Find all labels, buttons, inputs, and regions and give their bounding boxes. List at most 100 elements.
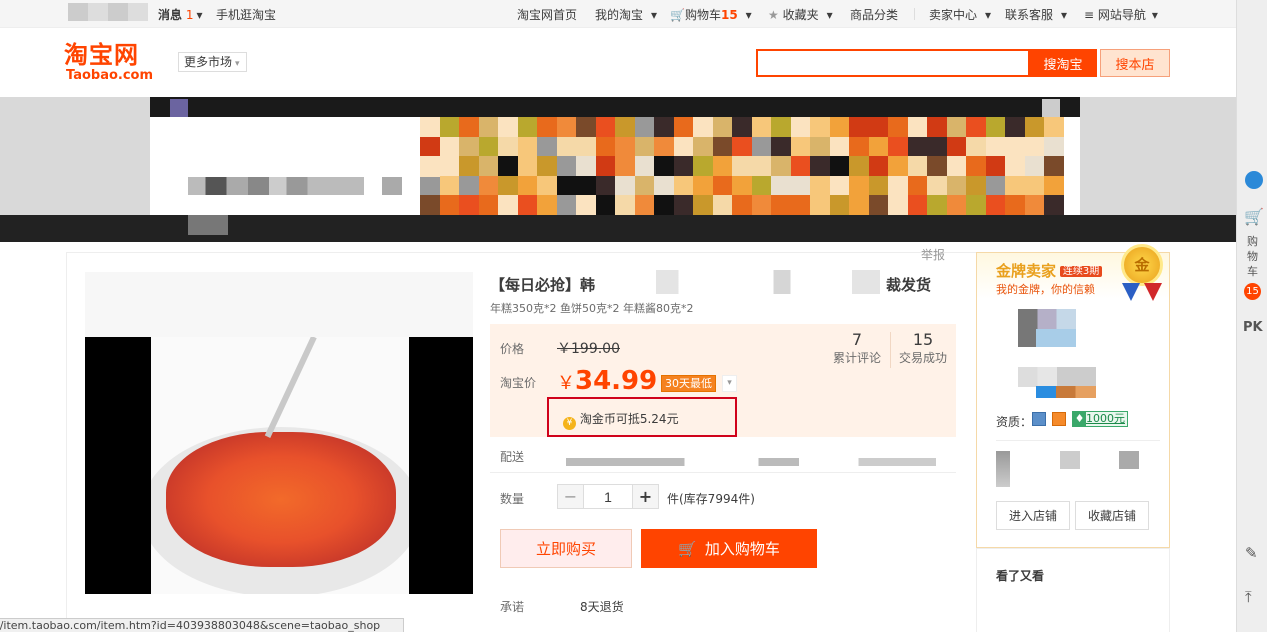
categories-link[interactable]: 商品分类: [850, 6, 898, 23]
taobao-logo[interactable]: 淘宝网 Taobao.com: [64, 41, 164, 85]
sales-stat[interactable]: 15 交易成功: [893, 330, 953, 366]
delivery-info-blur[interactable]: [566, 458, 936, 466]
quantity-input[interactable]: [583, 484, 633, 509]
banner-pixel: [498, 136, 518, 157]
banner-pixel: [1044, 156, 1064, 176]
add-to-cart-button[interactable]: 🛒 加入购物车: [641, 529, 817, 568]
quantity-plus-button[interactable]: +: [632, 484, 659, 509]
quantity-minus-button[interactable]: −: [557, 484, 584, 509]
banner-pixel: [556, 117, 577, 137]
current-price: ￥34.99: [557, 366, 657, 396]
banner-pixel: [654, 136, 674, 157]
banner-pixel: [888, 175, 908, 196]
menu-icon: ≡: [1084, 8, 1095, 22]
promise-value: 8天退货: [580, 600, 624, 614]
banner-pixel: [927, 136, 947, 157]
banner-pixel: [751, 156, 772, 176]
banner-pixel: [1005, 136, 1025, 157]
seller-info-blur: [1036, 329, 1076, 347]
more-markets-dropdown[interactable]: 更多市场 ▾: [178, 52, 247, 72]
favorites-label: 收藏夹: [782, 8, 819, 22]
cart-link[interactable]: 🛒购物车15 ▾: [670, 6, 752, 23]
banner-pixel: [170, 99, 188, 117]
banner-pixel: [1005, 156, 1025, 176]
banner-pixel: [478, 136, 499, 157]
status-url: //item.taobao.com/item.htm?id=4039388030…: [0, 619, 381, 632]
banner-pixel: [556, 156, 577, 176]
product-image[interactable]: [85, 272, 473, 594]
buy-now-button[interactable]: 立即购买: [500, 529, 632, 568]
my-taobao-link[interactable]: 我的淘宝 ▾: [595, 6, 657, 23]
banner-pixel: [732, 156, 752, 176]
banner-top-strip: [150, 97, 1080, 117]
gold-medal-icon: 金: [1121, 244, 1163, 286]
banner-pixel: [712, 156, 733, 176]
banner-pixel: [634, 117, 655, 137]
report-link[interactable]: 举报: [921, 246, 945, 263]
browser-status-bar: //item.taobao.com/item.htm?id=4039388030…: [0, 618, 404, 632]
reviews-stat[interactable]: 7 累计评论: [826, 330, 888, 366]
banner-pixel: [537, 156, 557, 176]
search-taobao-button[interactable]: 搜淘宝: [1029, 49, 1097, 77]
user-avatar-placeholder[interactable]: [68, 3, 148, 21]
contact-service-link[interactable]: 联系客服 ▾: [1005, 6, 1067, 23]
banner-pixel: [829, 136, 850, 157]
messages-label: 消息: [158, 8, 183, 22]
logo-icon[interactable]: [1245, 171, 1263, 189]
quantity-label: 数量: [500, 492, 525, 506]
coin-deduction: ¥ 淘金币可抵5.24元: [563, 410, 679, 430]
banner-pixel: [1005, 195, 1025, 215]
deposit-badge[interactable]: ♦ 1000元: [1072, 411, 1128, 427]
favorite-store-button[interactable]: 收藏店铺: [1075, 501, 1149, 530]
search-input[interactable]: [756, 49, 1030, 77]
banner-pixel: [673, 156, 694, 176]
banner-pixel: [907, 136, 928, 157]
toolbar-cart-text[interactable]: 购物车: [1247, 234, 1259, 279]
banner-gray-row: [420, 177, 440, 195]
banner-pixel: [888, 156, 908, 176]
banner-pixel: [420, 136, 440, 157]
banner-pixel: [1005, 175, 1025, 196]
seller-center-link[interactable]: 卖家中心 ▾: [929, 6, 991, 23]
cart-icon[interactable]: 🛒: [1244, 207, 1264, 226]
back-to-top-icon[interactable]: ⤒: [1245, 590, 1252, 605]
enter-store-button[interactable]: 进入店铺: [996, 501, 1070, 530]
original-price: ￥199.00: [557, 341, 620, 357]
banner-pixel: [615, 117, 635, 137]
banner-pixel: [478, 175, 499, 196]
chevron-down-icon: ▾: [985, 8, 992, 22]
mobile-taobao-link[interactable]: 手机逛淘宝: [216, 6, 276, 23]
qualification-store-icon[interactable]: [1052, 412, 1066, 426]
banner-pixel: [829, 156, 850, 176]
banner-pixel: [673, 175, 694, 196]
banner-pixel: [654, 117, 674, 137]
search-store-button[interactable]: 搜本店: [1100, 49, 1170, 77]
messages-link[interactable]: 消息 1 ▾: [158, 6, 203, 23]
chevron-down-icon: ▾: [651, 8, 658, 22]
favorites-link[interactable]: ★ 收藏夹 ▾: [768, 6, 833, 23]
site-nav-link[interactable]: ≡ 网站导航 ▾: [1084, 6, 1158, 23]
banner-pixel: [907, 195, 928, 215]
edit-icon[interactable]: ✎: [1245, 544, 1258, 562]
coin-icon: ¥: [563, 417, 576, 430]
chevron-down-icon: ▾: [1061, 8, 1068, 22]
banner-pixel: [576, 136, 596, 157]
fork: [264, 337, 317, 438]
banner-pixel: [985, 117, 1006, 137]
banner-pixel: [927, 156, 947, 176]
banner-pixel: [420, 117, 440, 137]
qualification-id-icon[interactable]: [1032, 412, 1046, 426]
banner-pixel: [439, 136, 460, 157]
pk-button[interactable]: PK: [1243, 320, 1263, 335]
product-title: 【每日必抢】韩: [490, 274, 595, 295]
banner-pixel: [732, 175, 752, 196]
taobao-home-link[interactable]: 淘宝网首页: [517, 6, 577, 23]
price-history-dropdown[interactable]: ▾: [722, 375, 737, 392]
banner-pixel: [498, 117, 518, 137]
banner-pixel: [517, 195, 538, 215]
store-banner[interactable]: [150, 97, 1080, 215]
banner-pixel: [459, 175, 479, 196]
seller-info-blur: [1018, 367, 1096, 387]
messages-count: 1: [185, 8, 194, 22]
coin-text-prefix: 淘金币可抵: [579, 412, 640, 426]
